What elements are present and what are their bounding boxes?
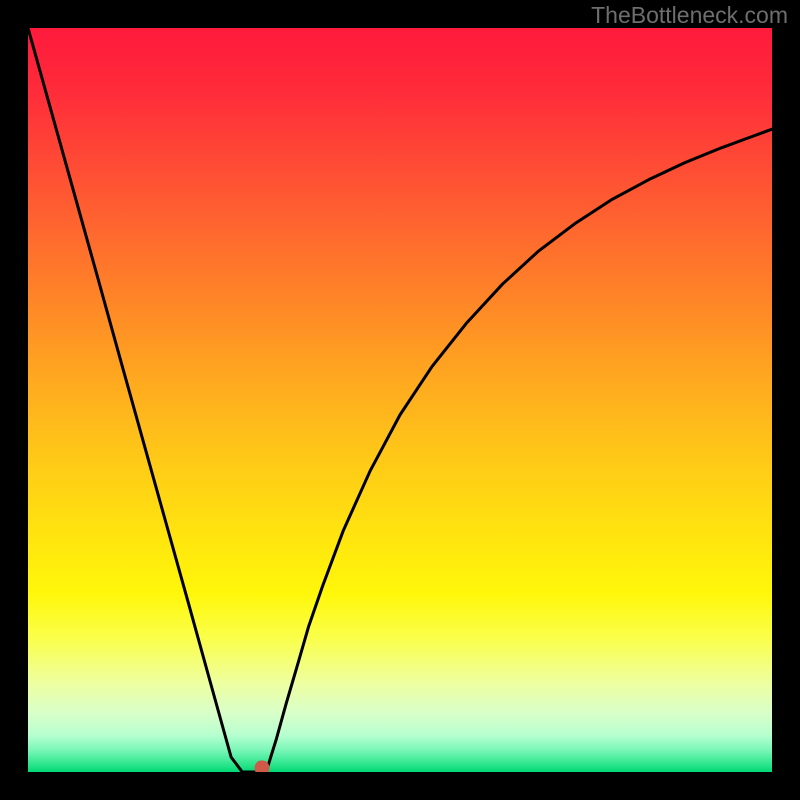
chart-frame: TheBottleneck.com xyxy=(0,0,800,800)
bottleneck-curve xyxy=(28,28,772,772)
minimum-marker-icon xyxy=(255,761,270,773)
plot-area xyxy=(28,28,772,772)
watermark-label: TheBottleneck.com xyxy=(591,2,788,29)
